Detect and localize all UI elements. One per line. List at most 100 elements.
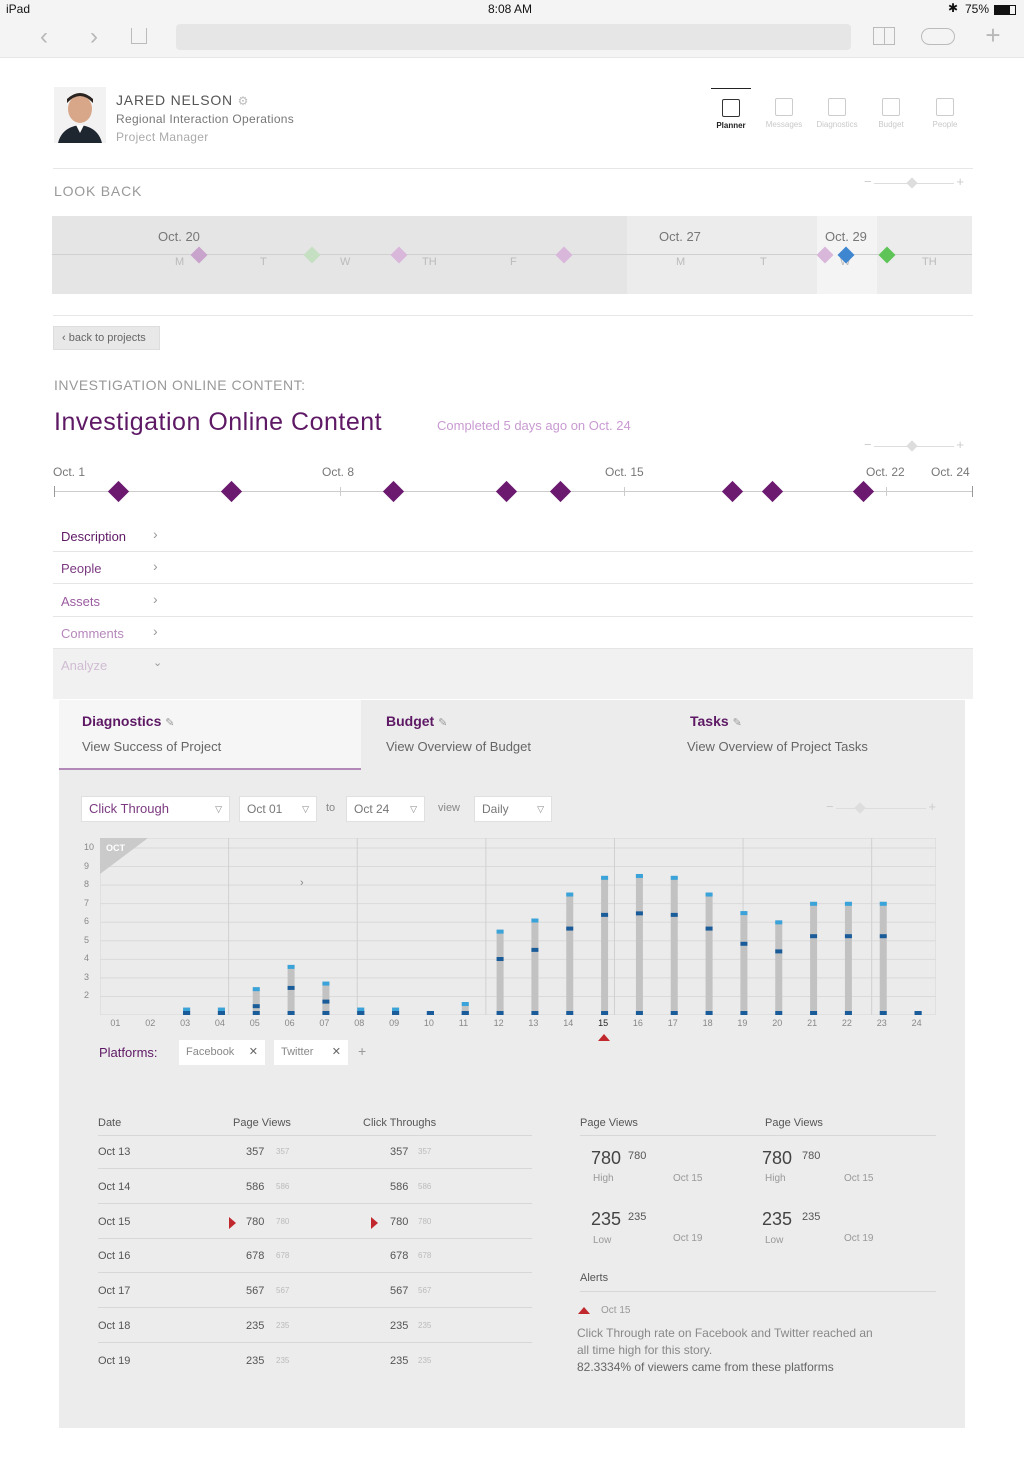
view-select[interactable]: Daily ▽ (474, 796, 552, 822)
add-platform-icon[interactable]: + (358, 1043, 366, 1059)
tab-diagnostics[interactable]: Diagnostics ✎ View Success of Project (59, 700, 361, 770)
milestone-marker[interactable] (107, 480, 130, 503)
bar-base (914, 1011, 922, 1015)
pencil-icon: ✎ (732, 717, 742, 729)
bar (740, 911, 748, 1015)
metric-select[interactable]: Click Through ▽ (81, 796, 230, 822)
cell-click-throughs: 235 (390, 1320, 409, 1332)
milestone-marker[interactable] (382, 480, 405, 503)
milestone-marker[interactable] (495, 480, 518, 503)
bar-base (357, 1011, 365, 1015)
cell-page-views: 357 (246, 1146, 265, 1158)
event-marker[interactable] (190, 246, 208, 264)
cell-date: Oct 18 (98, 1320, 131, 1332)
cell-page-views-small: 235 (276, 1355, 290, 1365)
back-arrow-icon[interactable]: ‹ (29, 22, 59, 52)
bar (775, 920, 783, 1015)
tab-budget[interactable]: Budget ✎ View Overview of Budget (361, 700, 663, 770)
nav-people[interactable]: People (925, 88, 965, 129)
envelope-icon (775, 98, 793, 116)
address-bar[interactable] (176, 24, 851, 50)
milestone-marker[interactable] (220, 480, 243, 503)
lookback-timeline[interactable]: Oct. 20 Oct. 27 Oct. 29 M T W TH F M T W… (52, 216, 972, 294)
x-tick-label: 16 (632, 1018, 643, 1028)
row-divider (98, 1272, 532, 1274)
bar-cap (461, 1002, 469, 1007)
bar-base (635, 1011, 643, 1015)
remove-icon[interactable]: ✕ (332, 1040, 341, 1064)
tab-tasks[interactable]: Tasks ✎ View Overview of Project Tasks (663, 700, 965, 770)
x-tick-label: 22 (841, 1018, 852, 1028)
x-tick-label: 23 (876, 1018, 887, 1028)
bar-cap (705, 892, 713, 897)
x-tick-label: 21 (807, 1018, 818, 1028)
cloud-icon[interactable] (921, 28, 955, 45)
back-to-projects-button[interactable]: ‹ back to projects (53, 326, 160, 350)
remove-icon[interactable]: ✕ (249, 1040, 258, 1064)
stat-title: Page Views (765, 1117, 823, 1129)
bar (670, 875, 678, 1015)
x-tick-label: 04 (214, 1018, 225, 1028)
y-tick-label: 3 (84, 971, 90, 982)
platforms-label: Platforms: (99, 1045, 158, 1060)
chevron-down-icon: ⌄ (153, 657, 163, 669)
platform-chip-facebook[interactable]: Facebook ✕ (179, 1040, 265, 1065)
accordion-comments[interactable]: Comments › (53, 617, 973, 649)
bar (635, 873, 643, 1015)
lookback-day: T (260, 256, 267, 268)
row-divider (98, 1307, 532, 1309)
event-marker[interactable] (555, 246, 573, 264)
bar-base (566, 1011, 574, 1015)
event-marker[interactable] (303, 246, 321, 264)
x-tick-label: 07 (319, 1018, 330, 1028)
bar-cap (775, 920, 783, 925)
bar-marker (322, 999, 330, 1004)
lookback-zoom-slider[interactable]: − + (864, 174, 964, 190)
event-marker[interactable] (390, 246, 408, 264)
from-date-select[interactable]: Oct 01 ▽ (239, 796, 317, 822)
stat-low-value: 235 (591, 1209, 622, 1229)
cell-click-throughs: 567 (390, 1285, 409, 1298)
bar-base (705, 1011, 713, 1015)
platform-chip-twitter[interactable]: Twitter ✕ (274, 1040, 348, 1065)
cell-date: Oct 16 (98, 1250, 131, 1263)
y-tick-label: 10 (84, 842, 95, 852)
cell-click-throughs: 586 (390, 1180, 409, 1193)
alerts-title: Alerts (580, 1272, 609, 1284)
chart-zoom-slider[interactable]: − + (826, 799, 936, 815)
milestone-marker[interactable] (852, 480, 875, 503)
bookmarks-icon[interactable] (873, 27, 895, 45)
sliders-icon (828, 98, 846, 116)
cell-click-throughs-small: 235 (418, 1321, 432, 1330)
accordion-analyze[interactable]: Analyze ⌄ (53, 649, 973, 699)
avatar (54, 87, 106, 143)
y-tick-label: 4 (84, 953, 90, 964)
project-zoom-slider[interactable]: − + (864, 437, 964, 453)
settings-gear-icon[interactable]: ⚙ (238, 94, 250, 108)
nav-messages[interactable]: Messages (764, 88, 804, 129)
to-date-select[interactable]: Oct 24 ▽ (346, 796, 425, 822)
accordion-description[interactable]: Description › (53, 520, 973, 552)
add-tab-icon[interactable]: + (978, 20, 1008, 50)
x-tick-label: 18 (702, 1018, 713, 1028)
share-icon[interactable] (131, 28, 147, 44)
alert-triangle-icon (578, 1307, 590, 1314)
stat-low-value-small: 235 (628, 1211, 647, 1223)
bar-cap (357, 1007, 365, 1012)
bar-cap (287, 964, 295, 969)
accordion-people[interactable]: People › (53, 552, 973, 584)
y-tick-label: 5 (84, 934, 90, 945)
milestone-marker[interactable] (721, 480, 744, 503)
nav-diagnostics[interactable]: Diagnostics (814, 88, 860, 129)
accordion-assets[interactable]: Assets › (53, 585, 973, 617)
cell-page-views: 780 (246, 1215, 265, 1228)
cell-page-views: 678 (246, 1250, 265, 1263)
milestone-marker[interactable] (549, 480, 572, 503)
nav-planner[interactable]: Planner (711, 88, 751, 130)
forward-arrow-icon[interactable]: › (79, 22, 109, 52)
x-tick-label: 09 (389, 1018, 400, 1028)
nav-budget[interactable]: Budget (871, 88, 911, 129)
bar-base (740, 1011, 748, 1015)
milestone-marker[interactable] (761, 480, 784, 503)
lookback-date: Oct. 29 (825, 229, 867, 244)
